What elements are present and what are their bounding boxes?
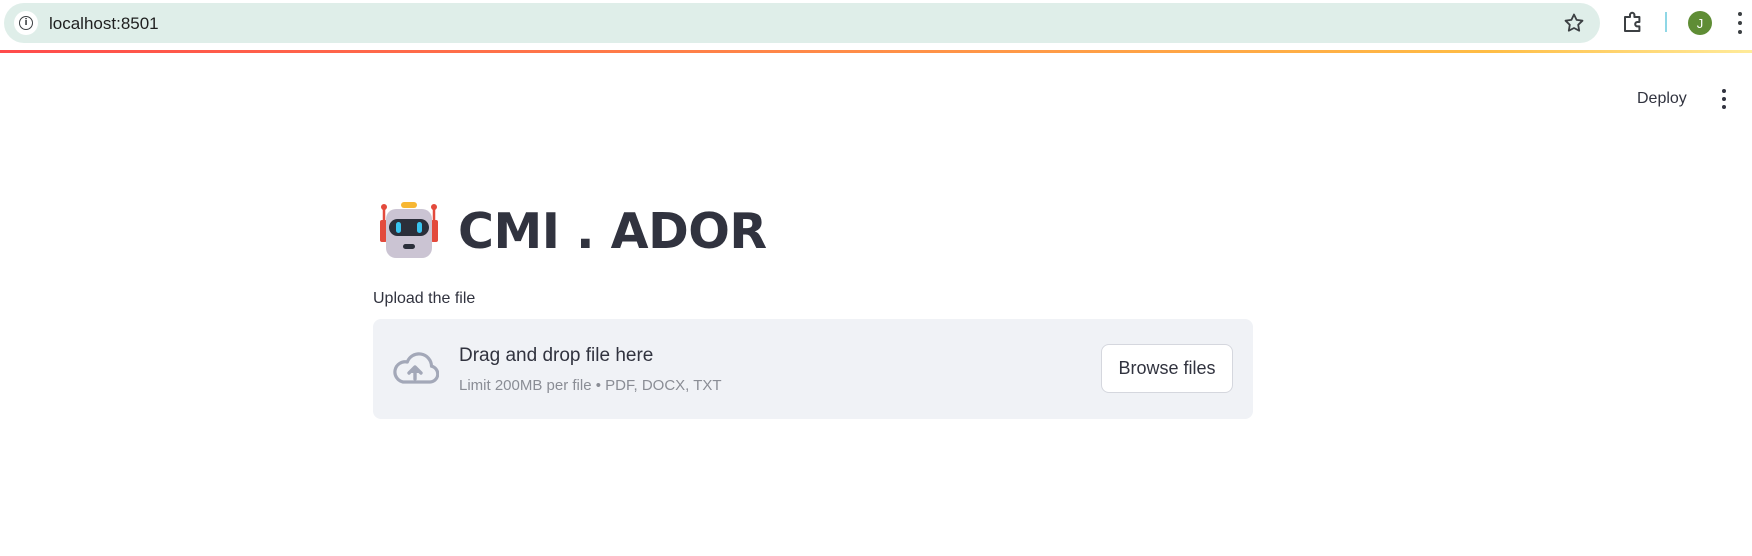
- address-bar[interactable]: i localhost:8501: [4, 3, 1600, 43]
- dropzone-title: Drag and drop file here: [459, 345, 654, 366]
- browser-toolbar: i localhost:8501 J: [0, 0, 1752, 46]
- dropzone-limit-text: Limit 200MB per file • PDF, DOCX, TXT: [459, 377, 722, 394]
- main-menu-icon[interactable]: [1716, 87, 1732, 111]
- page-title-row: CMI . ADOR: [378, 198, 767, 264]
- robot-emoji-icon: [380, 202, 438, 258]
- site-info-icon[interactable]: i: [14, 11, 38, 35]
- page-title: CMI . ADOR: [458, 202, 767, 260]
- browser-menu-icon[interactable]: [1735, 10, 1745, 36]
- bookmark-star-icon[interactable]: [1562, 11, 1586, 35]
- extensions-puzzle-icon[interactable]: [1620, 9, 1646, 35]
- url-text[interactable]: localhost:8501: [49, 14, 159, 34]
- header-decoration-bar: [0, 50, 1752, 53]
- browse-files-button[interactable]: Browse files: [1101, 344, 1233, 393]
- file-dropzone[interactable]: Drag and drop file here Limit 200MB per …: [373, 319, 1253, 419]
- toolbar-separator: [1665, 12, 1667, 32]
- deploy-button[interactable]: Deploy: [1625, 86, 1699, 112]
- profile-avatar[interactable]: J: [1688, 11, 1712, 35]
- cloud-upload-icon: [393, 352, 439, 384]
- upload-label: Upload the file: [373, 290, 476, 307]
